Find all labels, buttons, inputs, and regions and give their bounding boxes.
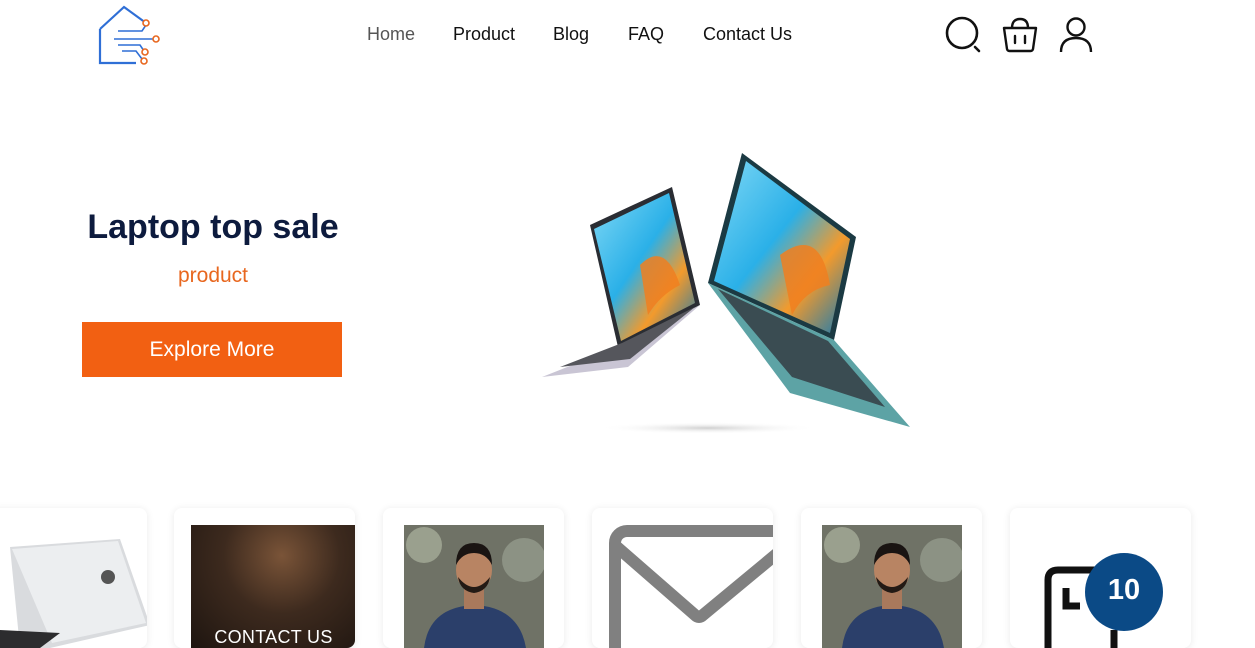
mail-envelope-icon — [609, 525, 773, 648]
nav-blog[interactable]: Blog — [553, 24, 589, 45]
card-package[interactable]: 10 — [1010, 508, 1191, 648]
search-icon[interactable] — [945, 16, 983, 54]
person-portrait-image — [404, 525, 544, 648]
laptops-pair-image — [542, 153, 910, 434]
nav-contact-us[interactable]: Contact Us — [703, 24, 792, 45]
top-navbar: Home Product Blog FAQ Contact Us — [0, 0, 1255, 70]
hero-title: Laptop top sale — [87, 208, 339, 246]
contact-us-image: CONTACT US — [191, 525, 355, 648]
card-person-2[interactable] — [801, 508, 982, 648]
contact-us-overlay-text: CONTACT US — [214, 627, 333, 647]
hero-subtitle: product — [177, 264, 249, 287]
user-icon[interactable] — [1058, 16, 1094, 54]
silver-laptop-image — [0, 525, 147, 648]
basket-icon[interactable] — [1001, 16, 1039, 54]
card-person-1[interactable] — [383, 508, 564, 648]
explore-more-button[interactable]: Explore More — [82, 322, 342, 377]
nav-product[interactable]: Product — [453, 24, 515, 45]
person-portrait-image — [822, 525, 962, 648]
circuit-house-logo[interactable] — [96, 3, 160, 65]
nav-faq[interactable]: FAQ — [628, 24, 664, 45]
card-contact-us[interactable]: CONTACT US — [174, 508, 355, 648]
card-mail[interactable] — [592, 508, 773, 648]
nav-home[interactable]: Home — [367, 24, 415, 45]
notification-badge-count: 10 — [1107, 574, 1141, 606]
card-laptop[interactable] — [0, 508, 147, 648]
